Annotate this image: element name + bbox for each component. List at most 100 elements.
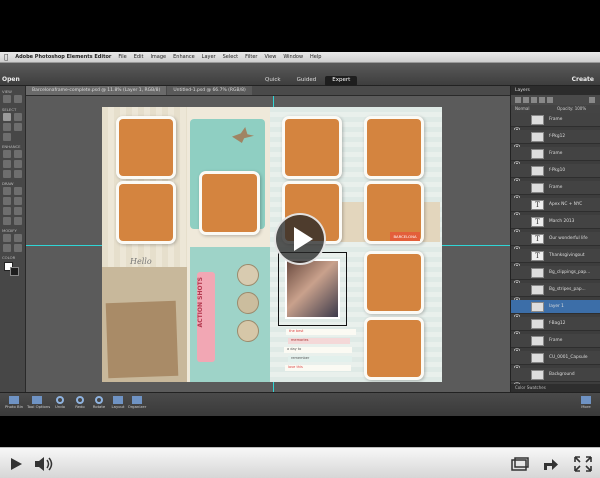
menu-enhance[interactable]: Enhance [173,54,195,60]
layer-row[interactable]: f-Pkg12 [511,130,600,149]
visibility-eye-icon[interactable] [513,219,521,234]
menu-layer[interactable]: Layer [202,54,216,60]
visibility-eye-icon[interactable] [513,151,521,166]
blur-tool-icon[interactable] [3,170,11,178]
magic-wand-tool-icon[interactable] [14,123,22,131]
smart-brush-tool-icon[interactable] [3,160,11,168]
layer-row[interactable]: Bg_stripes_pap... [511,283,600,302]
new-layer-icon[interactable] [515,97,521,103]
photo-slot-2[interactable] [119,184,173,241]
visibility-eye-icon[interactable] [513,134,521,149]
gradient-tool-icon[interactable] [14,197,22,205]
recompose-tool-icon[interactable] [14,234,22,242]
create-button[interactable]: Create [572,76,594,83]
play-icon[interactable] [9,457,23,471]
crop-tool-icon[interactable] [3,234,11,242]
color-swatches-tab[interactable]: Color Swatches [511,384,600,392]
sponge-tool-icon[interactable] [14,170,22,178]
doc-tab-active[interactable]: Barcelonaframe-complete.psd @ 11.8% (Lay… [26,86,167,95]
layer-row[interactable]: f-Bag12 [511,317,600,336]
tab-expert[interactable]: Expert [325,76,358,86]
opacity-field[interactable]: Opacity: 100% [557,106,586,111]
visibility-eye-icon[interactable] [513,117,521,132]
layer-mask-icon[interactable] [539,97,545,103]
menu-edit[interactable]: Edit [134,54,144,60]
layer-row[interactable]: Frame [511,334,600,353]
visibility-eye-icon[interactable] [513,338,521,353]
photo-slot-5[interactable] [367,119,421,176]
tab-guided[interactable]: Guided [290,76,324,86]
menu-select[interactable]: Select [223,54,238,60]
photo-slot-3[interactable] [202,174,257,232]
visibility-eye-icon[interactable] [513,372,521,387]
layer-row[interactable]: T Our wonderful life [511,232,600,251]
visibility-eye-icon[interactable] [513,168,521,183]
undo-button[interactable]: Undo [50,396,70,409]
photo-slot-9[interactable] [367,320,421,377]
visibility-eye-icon[interactable] [513,236,521,251]
menu-view[interactable]: View [264,54,276,60]
layer-row[interactable]: T Thanksgivingout [511,249,600,268]
visibility-eye-icon[interactable] [513,287,521,302]
organizer-button[interactable]: Organizer [127,396,147,409]
trash-icon[interactable] [589,97,595,103]
visibility-eye-icon[interactable] [513,304,521,319]
menu-file[interactable]: File [118,54,126,60]
layer-row[interactable]: f-Pkg10 [511,164,600,183]
doc-tab[interactable]: Untitled-1.psd @ 66.7% (RGB/8) [167,86,252,95]
marquee-tool-icon[interactable] [14,113,22,121]
share-icon[interactable] [542,456,560,472]
apple-menu-icon[interactable]:  [4,53,8,61]
spot-healing-tool-icon[interactable] [14,150,22,158]
background-color-swatch[interactable] [10,267,19,276]
layer-row[interactable]: CU_0001_Capsule [511,351,600,370]
theater-mode-icon[interactable] [511,457,529,471]
open-button[interactable]: Open [2,76,28,85]
visibility-eye-icon[interactable] [513,202,521,217]
eraser-tool-icon[interactable] [14,187,22,195]
red-eye-tool-icon[interactable] [3,150,11,158]
layer-row[interactable]: Frame [511,113,600,132]
menu-image[interactable]: Image [150,54,166,60]
eyedropper-tool-icon[interactable] [14,207,22,215]
new-group-icon[interactable] [523,97,529,103]
blend-mode-select[interactable]: Normal [515,106,529,111]
visibility-eye-icon[interactable] [513,355,521,370]
photo-slot-4[interactable] [285,119,339,176]
redo-button[interactable]: Redo [70,396,90,409]
hand-tool-icon[interactable] [14,95,22,103]
menu-app-name[interactable]: Adobe Photoshop Elements Editor [15,54,111,60]
type-tool-icon[interactable] [3,217,11,225]
menu-window[interactable]: Window [283,54,303,60]
visibility-eye-icon[interactable] [513,253,521,268]
content-aware-move-icon[interactable] [3,244,11,252]
paint-bucket-tool-icon[interactable] [3,197,11,205]
photo-slot-1[interactable] [119,119,173,176]
move-tool-icon[interactable] [3,113,11,121]
layer-row[interactable]: layer 1 [511,300,600,319]
document-canvas[interactable]: ACTION SHOTS BARCELONA Hello the best me… [102,107,442,382]
tab-quick[interactable]: Quick [258,76,288,86]
lock-icon[interactable] [547,97,553,103]
clone-stamp-tool-icon[interactable] [14,160,22,168]
layer-row[interactable]: T March 2013 [511,215,600,234]
layer-row[interactable]: Frame [511,181,600,200]
zoom-tool-icon[interactable] [3,95,11,103]
layout-button[interactable]: Layout [108,396,128,409]
shape-tool-icon[interactable] [3,207,11,215]
adjustment-layer-icon[interactable] [531,97,537,103]
visibility-eye-icon[interactable] [513,270,521,285]
fullscreen-icon[interactable] [574,456,592,472]
volume-icon[interactable] [34,456,54,472]
photo-slot-8[interactable] [367,254,421,311]
menu-help[interactable]: Help [310,54,321,60]
brush-tool-icon[interactable] [3,187,11,195]
layer-row[interactable]: Frame [511,147,600,166]
layer-row[interactable]: Bg_clippings_pap... [511,266,600,285]
video-play-overlay-button[interactable] [274,213,326,265]
more-button[interactable]: More [576,396,596,409]
pencil-tool-icon[interactable] [14,217,22,225]
menu-filter[interactable]: Filter [245,54,257,60]
layer-row[interactable]: T Apex NC + NYC [511,198,600,217]
quick-selection-tool-icon[interactable] [3,133,11,141]
